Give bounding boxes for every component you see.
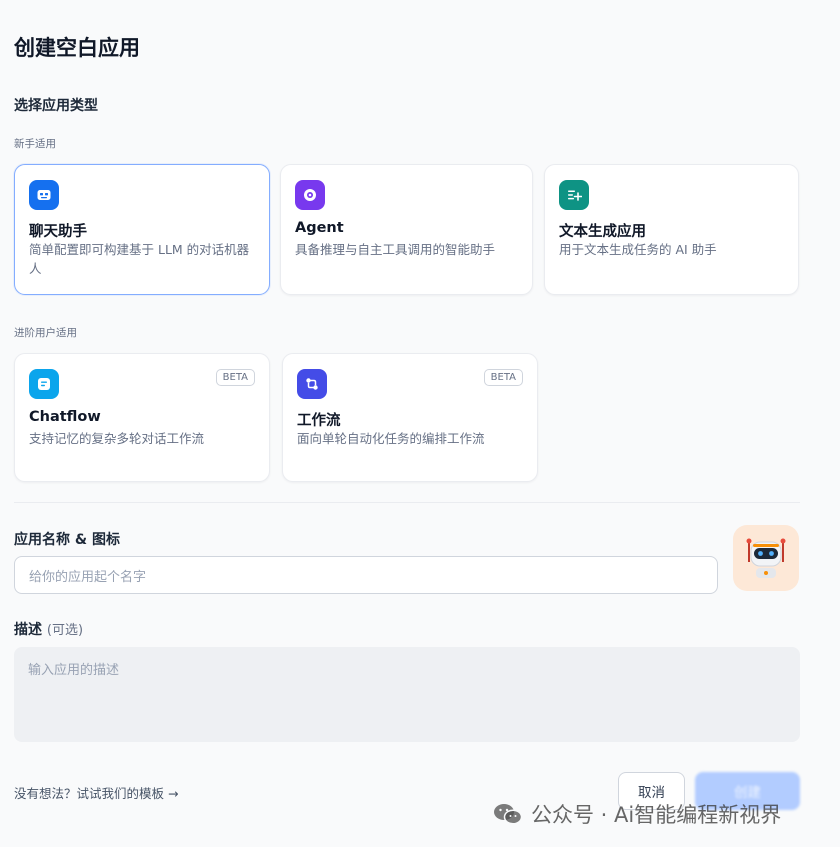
card-description: 面向单轮自动化任务的编排工作流 [297, 431, 485, 446]
app-type-section-title: 选择应用类型 [14, 98, 98, 114]
card-description: 用于文本生成任务的 AI 助手 [559, 242, 717, 257]
card-name: Agent [295, 220, 344, 236]
card-name: Chatflow [29, 409, 101, 425]
app-name-label: 应用名称 & 图标 [14, 532, 120, 548]
workflow-icon [297, 369, 327, 399]
description-textarea[interactable]: 输入应用的描述 [14, 647, 800, 742]
app-type-card-workflow[interactable]: BETA 工作流 面向单轮自动化任务的编排工作流 [282, 353, 538, 482]
app-icon-picker[interactable] [733, 525, 799, 591]
text-generation-icon [559, 180, 589, 210]
watermark: 公众号 · Ai智能编程新视界 [493, 799, 781, 829]
robot-icon [746, 538, 786, 578]
card-name: 文本生成应用 [559, 224, 646, 240]
beginner-group-label: 新手适用 [14, 138, 56, 150]
agent-icon [295, 180, 325, 210]
app-name-input[interactable]: 给你的应用起个名字 [14, 556, 718, 594]
description-label: 描述 (可选) [14, 619, 83, 639]
card-name: 聊天助手 [29, 224, 87, 240]
app-type-card-agent[interactable]: Agent 具备推理与自主工具调用的智能助手 [280, 164, 533, 295]
chat-bot-icon [29, 180, 59, 210]
beta-badge: BETA [483, 369, 523, 386]
section-divider [14, 502, 800, 503]
card-description: 支持记忆的复杂多轮对话工作流 [29, 431, 205, 446]
dialog-title: 创建空白应用 [14, 36, 140, 60]
chatflow-icon [29, 369, 59, 399]
app-type-card-text-generation[interactable]: 文本生成应用 用于文本生成任务的 AI 助手 [544, 164, 799, 295]
description-label-text: 描述 [14, 622, 42, 638]
app-type-card-chatflow[interactable]: BETA Chatflow 支持记忆的复杂多轮对话工作流 [14, 353, 270, 482]
optional-hint: (可选) [46, 623, 84, 638]
try-templates-link[interactable]: 没有想法？试试我们的模板 → [14, 783, 178, 802]
app-name-placeholder: 给你的应用起个名字 [29, 569, 147, 585]
wechat-icon [494, 804, 523, 825]
advanced-group-label: 进阶用户适用 [14, 327, 77, 339]
card-description: 简单配置即可构建基于 LLM 的对话机器人 [29, 242, 250, 276]
card-name: 工作流 [297, 413, 341, 429]
card-description: 具备推理与自主工具调用的智能助手 [295, 242, 496, 257]
beta-badge: BETA [215, 369, 255, 386]
watermark-text: 公众号 · Ai智能编程新视界 [531, 803, 782, 827]
description-placeholder: 输入应用的描述 [28, 663, 120, 678]
app-type-card-chat-assistant[interactable]: 聊天助手 简单配置即可构建基于 LLM 的对话机器人 [14, 164, 270, 295]
